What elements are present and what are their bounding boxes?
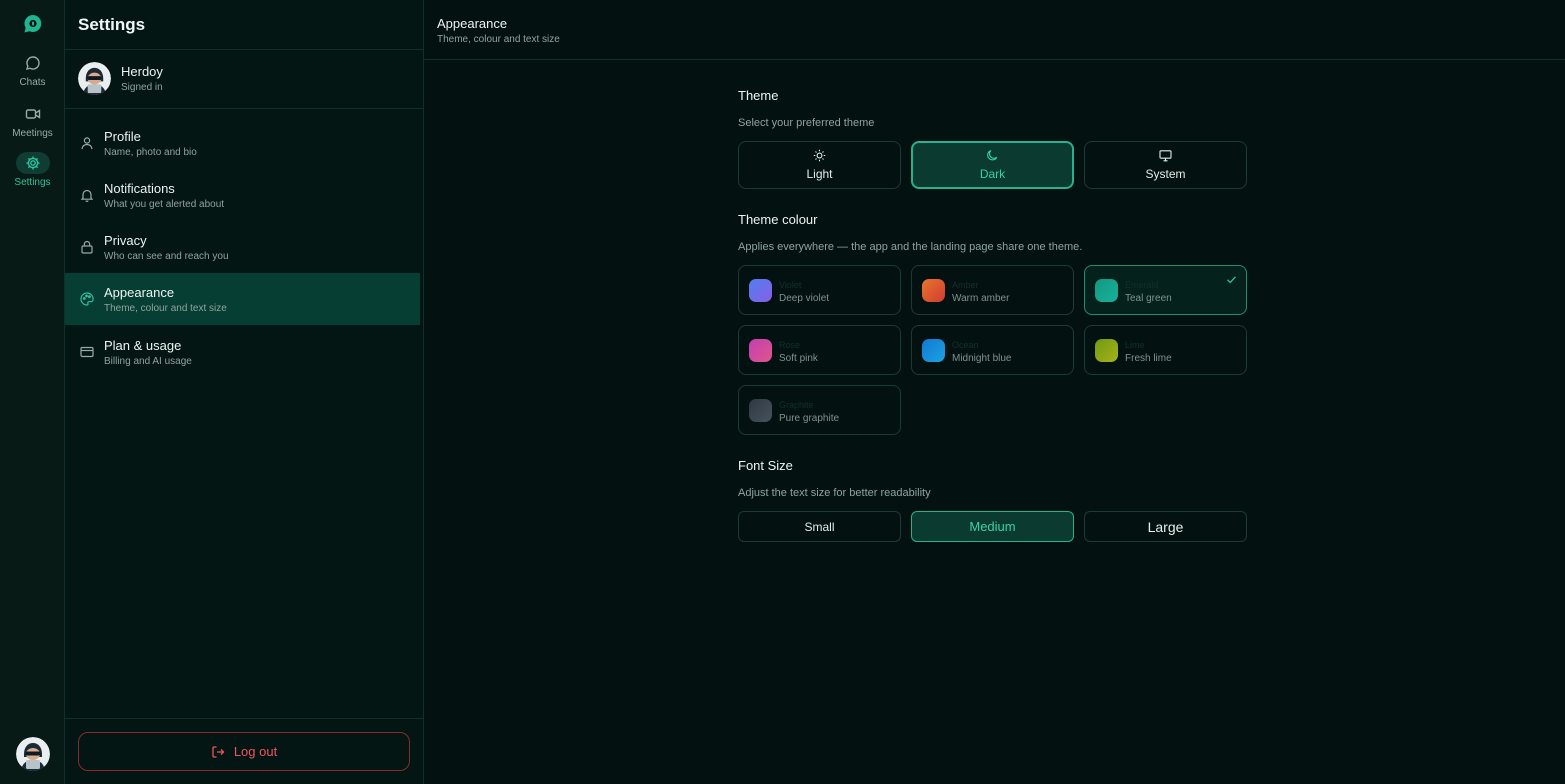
- font-size-large-button[interactable]: Large: [1084, 511, 1247, 542]
- colour-dot: [749, 399, 772, 422]
- rail-user-avatar[interactable]: [16, 737, 50, 771]
- colour-description: Warm amber: [952, 293, 1010, 304]
- colour-description: Deep violet: [779, 293, 830, 304]
- colour-name: Violet: [779, 280, 802, 290]
- sidebar-item-plan-usage[interactable]: Plan & usage Billing and AI usage: [65, 326, 420, 378]
- theme-section-title: Theme: [738, 88, 779, 103]
- logout-icon: [212, 745, 225, 758]
- colour-dot: [922, 339, 945, 362]
- palette-icon: [80, 292, 94, 306]
- divider: [424, 59, 1565, 60]
- colour-name: Graphite: [779, 400, 814, 410]
- colour-name: Lime: [1125, 340, 1145, 350]
- sidebar-item-label: Notifications: [104, 180, 175, 196]
- theme-option-system[interactable]: System: [1084, 141, 1247, 189]
- colour-option-warm-amber[interactable]: Amber Warm amber: [911, 265, 1074, 315]
- colour-dot: [922, 279, 945, 302]
- colour-dot: [1095, 339, 1118, 362]
- app-logo-icon[interactable]: [22, 13, 44, 35]
- moon-icon: [987, 149, 998, 161]
- page-title: Appearance: [437, 16, 508, 31]
- sun-icon: [813, 149, 826, 162]
- colour-option-deep-violet[interactable]: Violet Deep violet: [738, 265, 901, 315]
- sidebar-item-notifications[interactable]: Notifications What you get alerted about: [65, 169, 420, 221]
- user-status: Signed in: [121, 81, 163, 93]
- chat-bubble-icon: [16, 52, 50, 74]
- bell-icon: [80, 189, 94, 202]
- divider: [65, 718, 423, 719]
- colour-name: Emerald: [1125, 280, 1159, 290]
- theme-colour-section-subtitle: Applies everywhere — the app and the lan…: [738, 241, 1083, 253]
- colour-description: Midnight blue: [952, 353, 1012, 364]
- sidebar-item-label: Appearance: [104, 284, 175, 300]
- credit-card-icon: [80, 346, 94, 358]
- theme-option-label: Dark: [979, 167, 1006, 181]
- sidebar-item-label: Profile: [104, 128, 141, 144]
- lock-icon: [81, 240, 93, 254]
- colour-dot: [749, 279, 772, 302]
- page-subtitle: Theme, colour and text size: [437, 34, 560, 45]
- settings-sidebar: Settings Herdoy Signed in Profile Name, …: [65, 0, 424, 784]
- theme-option-light[interactable]: Light: [738, 141, 901, 189]
- theme-colour-section-title: Theme colour: [738, 212, 818, 227]
- monitor-icon: [1159, 150, 1172, 162]
- theme-option-label: System: [1145, 167, 1186, 181]
- user-name: Herdoy: [121, 63, 163, 79]
- sidebar-item-sub: Who can see and reach you: [104, 250, 229, 262]
- rail-label-meetings: Meetings: [12, 128, 53, 139]
- video-camera-icon: [16, 103, 50, 125]
- rail-label-settings: Settings: [14, 177, 51, 188]
- colour-name: Amber: [952, 280, 979, 290]
- theme-section-subtitle: Select your preferred theme: [738, 117, 875, 129]
- rail-item-chats[interactable]: Chats: [0, 52, 65, 96]
- sidebar-item-sub: Theme, colour and text size: [104, 302, 227, 314]
- colour-description: Pure graphite: [779, 413, 840, 424]
- divider: [65, 108, 423, 109]
- sidebar-item-profile[interactable]: Profile Name, photo and bio: [65, 117, 420, 169]
- main-panel: Appearance Theme, colour and text size T…: [424, 0, 1565, 784]
- colour-option-midnight-blue[interactable]: Ocean Midnight blue: [911, 325, 1074, 375]
- divider: [65, 49, 423, 50]
- sidebar-item-label: Plan & usage: [104, 337, 182, 353]
- colour-dot: [1095, 279, 1118, 302]
- logout-button[interactable]: Log out: [78, 732, 410, 771]
- font-size-section-subtitle: Adjust the text size for better readabil…: [738, 487, 931, 499]
- rail-item-settings[interactable]: Settings: [0, 152, 65, 196]
- sidebar-item-label: Privacy: [104, 232, 147, 248]
- colour-name: Rose: [779, 340, 801, 350]
- icon-rail: Chats Meetings Settings: [0, 0, 65, 784]
- logout-label: Log out: [233, 744, 278, 759]
- colour-dot: [749, 339, 772, 362]
- theme-option-label: Light: [806, 167, 833, 181]
- font-size-section-title: Font Size: [738, 458, 793, 473]
- sidebar-item-sub: Billing and AI usage: [104, 355, 192, 367]
- colour-option-fresh-lime[interactable]: Lime Fresh lime: [1084, 325, 1247, 375]
- rail-item-meetings[interactable]: Meetings: [0, 103, 65, 147]
- sidebar-item-sub: What you get alerted about: [104, 198, 225, 210]
- user-icon: [81, 137, 93, 150]
- font-size-medium-button[interactable]: Medium: [911, 511, 1074, 542]
- colour-option-teal-green[interactable]: Emerald Teal green: [1084, 265, 1247, 315]
- colour-description: Fresh lime: [1125, 353, 1172, 364]
- sidebar-item-sub: Name, photo and bio: [104, 146, 197, 158]
- theme-option-dark[interactable]: Dark: [911, 141, 1074, 189]
- colour-option-soft-pink[interactable]: Rose Soft pink: [738, 325, 901, 375]
- rail-label-chats: Chats: [19, 77, 46, 88]
- colour-description: Teal green: [1125, 293, 1172, 304]
- gear-icon: [15, 152, 50, 174]
- sidebar-item-privacy[interactable]: Privacy Who can see and reach you: [65, 221, 420, 273]
- sidebar-title: Settings: [78, 15, 146, 34]
- font-size-small-button[interactable]: Small: [738, 511, 901, 542]
- user-card[interactable]: Herdoy Signed in: [78, 61, 163, 95]
- colour-name: Ocean: [952, 340, 979, 350]
- avatar: [78, 61, 111, 95]
- colour-option-pure-graphite[interactable]: Graphite Pure graphite: [738, 385, 901, 435]
- sidebar-item-appearance[interactable]: Appearance Theme, colour and text size: [65, 273, 420, 325]
- colour-description: Soft pink: [779, 353, 818, 364]
- check-icon: [1227, 276, 1236, 284]
